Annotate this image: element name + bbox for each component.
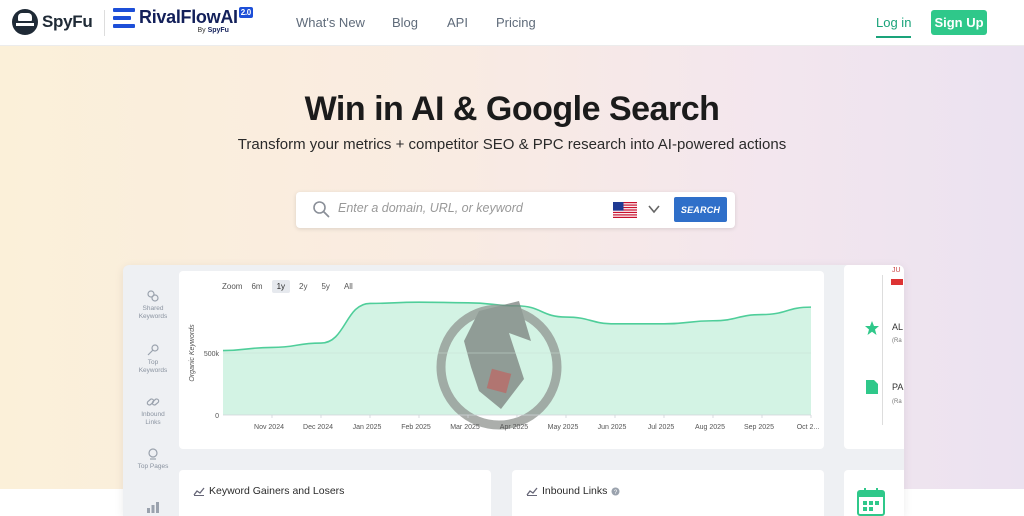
rivalflow-byline-brand: SpyFu bbox=[207, 27, 229, 34]
x-tick-label: Nov 2024 bbox=[254, 424, 284, 431]
ranking-item-1-sub: (Ra bbox=[892, 338, 902, 344]
search-icon bbox=[313, 201, 330, 218]
sidebar-item-label: Top Pages bbox=[137, 463, 169, 470]
key-icon bbox=[147, 344, 159, 356]
rivalflow-byline: By SpyFu bbox=[197, 27, 229, 34]
calendar-icon bbox=[857, 488, 885, 516]
sidebar-item-top-pages[interactable]: Top Pages bbox=[133, 447, 173, 471]
spyfu-logo-text: SpyFu bbox=[42, 12, 93, 31]
sidebar-item-label: Top Keywords bbox=[138, 359, 168, 374]
spyfu-logo[interactable]: SpyFu bbox=[12, 9, 93, 35]
search-bar: SEARCH bbox=[296, 192, 735, 228]
sidebar-item-inbound-links[interactable]: Inbound Links bbox=[133, 395, 173, 427]
nav-link-whats-new[interactable]: What's New bbox=[296, 15, 365, 30]
y-tick-label: 0 bbox=[215, 413, 219, 420]
x-tick-label: Jan 2025 bbox=[353, 424, 382, 431]
ranking-item-1: AL bbox=[892, 322, 904, 332]
inbound-links-title: Inbound Links bbox=[542, 485, 608, 497]
ranking-item-2-sub: (Ra bbox=[892, 399, 902, 405]
x-tick-label: Oct 2... bbox=[797, 424, 820, 431]
pages-icon bbox=[148, 448, 158, 460]
x-tick-label: Mar 2025 bbox=[450, 424, 480, 431]
x-tick-label: Apr 2025 bbox=[500, 424, 529, 431]
chevron-down-icon[interactable] bbox=[648, 204, 660, 214]
bar-chart-icon bbox=[147, 502, 159, 513]
rivalflow-icon bbox=[113, 7, 135, 29]
x-tick-label: Aug 2025 bbox=[695, 424, 725, 431]
sidebar-item-top-keywords[interactable]: Top Keywords bbox=[133, 343, 173, 375]
rankings-top-label: JU bbox=[892, 267, 901, 274]
nav-link-pricing[interactable]: Pricing bbox=[496, 15, 536, 30]
x-tick-label: May 2025 bbox=[548, 424, 579, 431]
hero-subheadline: Transform your metrics + competitor SEO … bbox=[237, 136, 787, 153]
trend-chart-icon bbox=[193, 487, 205, 496]
y-axis-label: Organic Keywords bbox=[189, 324, 196, 382]
x-tick-label: Dec 2024 bbox=[303, 424, 333, 431]
x-tick-label: Jul 2025 bbox=[648, 424, 675, 431]
shared-keywords-icon bbox=[147, 290, 159, 302]
inbound-links-card: Inbound Links ? bbox=[512, 470, 824, 516]
timeline-line bbox=[882, 275, 883, 425]
keyword-gainers-title: Keyword Gainers and Losers bbox=[209, 485, 345, 497]
nav-link-api[interactable]: API bbox=[447, 15, 468, 30]
login-link[interactable]: Log in bbox=[876, 15, 912, 38]
help-icon[interactable]: ? bbox=[611, 487, 620, 496]
rankings-card: JU AL (Ra PA (Ra bbox=[844, 265, 904, 449]
sidebar-item-label: Inbound Links bbox=[141, 411, 165, 426]
signup-button[interactable]: Sign Up bbox=[931, 10, 987, 35]
sidebar-item-shared-keywords[interactable]: Shared Keywords bbox=[133, 289, 173, 321]
rivalflow-logo-text: RivalFlowAI bbox=[139, 7, 238, 27]
status-bar bbox=[891, 279, 903, 285]
star-icon bbox=[865, 321, 879, 335]
rivalflow-version-badge: 2.0 bbox=[238, 7, 253, 18]
search-button[interactable]: SEARCH bbox=[674, 197, 727, 222]
x-tick-label: Sep 2025 bbox=[744, 424, 774, 431]
trend-chart-icon bbox=[526, 487, 538, 496]
rivalflow-logo[interactable]: RivalFlowAI 2.0 By SpyFu bbox=[113, 7, 253, 34]
us-flag-icon[interactable] bbox=[613, 202, 637, 218]
rivalflow-byline-prefix: By bbox=[197, 27, 206, 34]
search-input[interactable] bbox=[338, 201, 598, 215]
nav-link-blog[interactable]: Blog bbox=[392, 15, 418, 30]
ranking-item-2: PA bbox=[892, 382, 904, 392]
y-tick-label: 500k bbox=[204, 351, 220, 358]
page-icon bbox=[866, 380, 878, 394]
organic-keywords-chart-card: Zoom 6m 1y 2y 5y All 0 500k Organic Keywor… bbox=[179, 271, 824, 449]
dashboard-preview: Shared Keywords Top Keywords Inbound Lin… bbox=[123, 265, 904, 516]
top-nav: SpyFu RivalFlowAI 2.0 By SpyFu What's New… bbox=[0, 0, 1024, 46]
x-tick-label: Feb 2025 bbox=[401, 424, 431, 431]
link-icon bbox=[146, 398, 160, 406]
hero-headline: Win in AI & Google Search bbox=[304, 90, 720, 128]
logo-divider bbox=[104, 10, 105, 36]
x-tick-label: Jun 2025 bbox=[598, 424, 627, 431]
sidebar-item-label: Shared Keywords bbox=[138, 305, 168, 320]
keyword-gainers-card: Keyword Gainers and Losers bbox=[179, 470, 491, 516]
organic-keywords-chart: 0 500k Organic Keywords Nov 2024 Dec 2024 Jan… bbox=[189, 301, 820, 431]
calendar-card bbox=[844, 470, 904, 516]
spyfu-spy-icon bbox=[12, 9, 38, 35]
